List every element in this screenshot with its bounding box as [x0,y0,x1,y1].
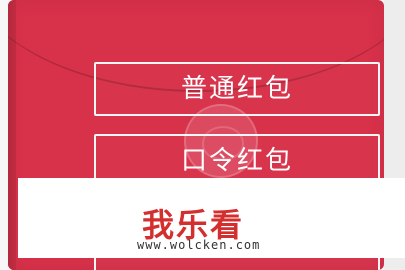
watermark-url: www.wolcken.com [137,238,261,252]
password-red-packet-label: 口令红包 [180,146,293,176]
normal-red-packet-button[interactable]: 普通红包 [94,62,380,116]
screenshot-stage: 普通红包 口令红包 我乐看 www.wolcken.com [0,0,405,270]
normal-red-packet-label: 普通红包 [180,74,293,104]
